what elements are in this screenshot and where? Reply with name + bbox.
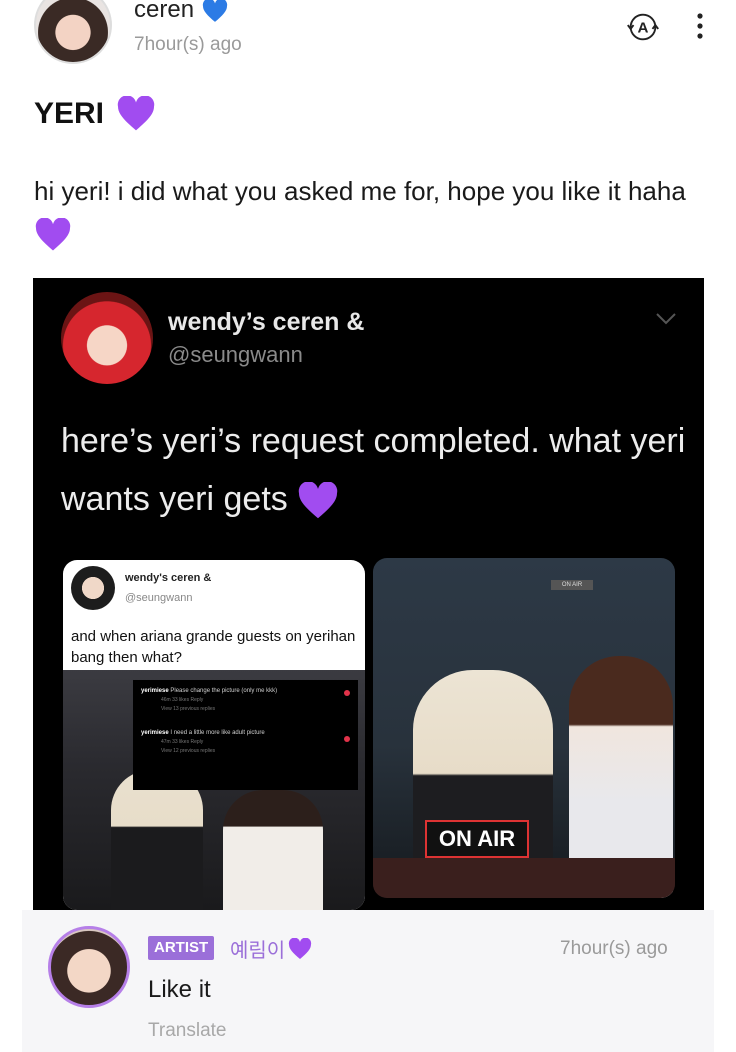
commenter-avatar[interactable] xyxy=(48,926,130,1008)
photo-person-left xyxy=(111,770,203,910)
purple-heart-icon xyxy=(289,937,312,959)
tweet-avatar xyxy=(61,292,153,384)
overlay-comment: yerimiese I need a little more like adul… xyxy=(141,730,265,736)
heart-icon xyxy=(344,690,350,696)
svg-text:A: A xyxy=(638,20,649,37)
translate-icon[interactable]: A xyxy=(624,8,662,46)
tweet-text-content: here’s yeri’s request completed. what ye… xyxy=(61,422,686,518)
post-body: hi yeri! i did what you asked me for, ho… xyxy=(34,170,704,254)
embedded-tweet-text: and when ariana grande guests on yerihan… xyxy=(71,628,356,666)
overlay-comment-meta: 46m 33 likes Reply xyxy=(161,697,204,703)
heart-icon xyxy=(344,736,350,742)
overlay-view-replies: View 12 previous replies xyxy=(161,748,216,754)
photo-person-right xyxy=(223,790,323,910)
post-title-text: YERI xyxy=(34,97,105,130)
post-header: ceren 7hour(s) ago A xyxy=(0,0,736,80)
tweet-author-name: wendy’s ceren & xyxy=(168,308,365,336)
author-name[interactable]: ceren xyxy=(134,0,229,24)
comment-item: ARTIST 예림이 7hour(s) ago Like it Translat… xyxy=(22,910,714,1052)
post-title: YERI xyxy=(34,96,156,132)
comment-time: 7hour(s) ago xyxy=(560,938,668,959)
overlay-comment: yerimiese Please change the picture (onl… xyxy=(141,688,278,694)
artist-badge: ARTIST xyxy=(148,936,215,960)
studio-photo: ON AIR ON AIR xyxy=(373,558,675,898)
post-time: 7hour(s) ago xyxy=(134,34,242,55)
translate-link[interactable]: Translate xyxy=(148,1020,227,1042)
tweet-text: here’s yeri’s request completed. what ye… xyxy=(61,412,691,528)
commenter-name-text: 예림이 xyxy=(230,940,286,962)
author-avatar[interactable] xyxy=(34,0,112,64)
purple-heart-icon xyxy=(117,96,155,131)
comment-overlay: yerimiese Please change the picture (onl… xyxy=(133,680,358,790)
embedded-author-handle: @seungwann xyxy=(125,592,193,604)
embedded-tweet-card: wendy's ceren & @seungwann and when aria… xyxy=(63,560,365,910)
chevron-down-icon xyxy=(656,313,676,325)
purple-heart-icon xyxy=(35,218,71,251)
embedded-author-name: wendy's ceren & xyxy=(125,572,212,584)
studio-table xyxy=(373,858,675,898)
overlay-comment-meta: 47m 33 likes Reply xyxy=(161,739,204,745)
on-air-light: ON AIR xyxy=(551,580,593,590)
blue-heart-icon xyxy=(202,0,227,22)
commenter-name[interactable]: 예림이 xyxy=(230,934,313,963)
author-name-text: ceren xyxy=(134,0,195,23)
embedded-avatar xyxy=(71,566,115,610)
purple-heart-icon xyxy=(298,482,338,519)
on-air-sign: ON AIR xyxy=(425,820,529,858)
more-vertical-icon[interactable] xyxy=(688,10,712,42)
overlay-view-replies: View 13 previous replies xyxy=(161,706,216,712)
on-air-sign-text: ON AIR xyxy=(438,826,516,851)
tweet-author-handle: @seungwann xyxy=(168,342,303,367)
comment-text: Like it xyxy=(148,976,211,1003)
post-body-text: hi yeri! i did what you asked me for, ho… xyxy=(34,176,686,206)
post-image[interactable]: wendy’s ceren & @seungwann here’s yeri’s… xyxy=(33,278,704,910)
